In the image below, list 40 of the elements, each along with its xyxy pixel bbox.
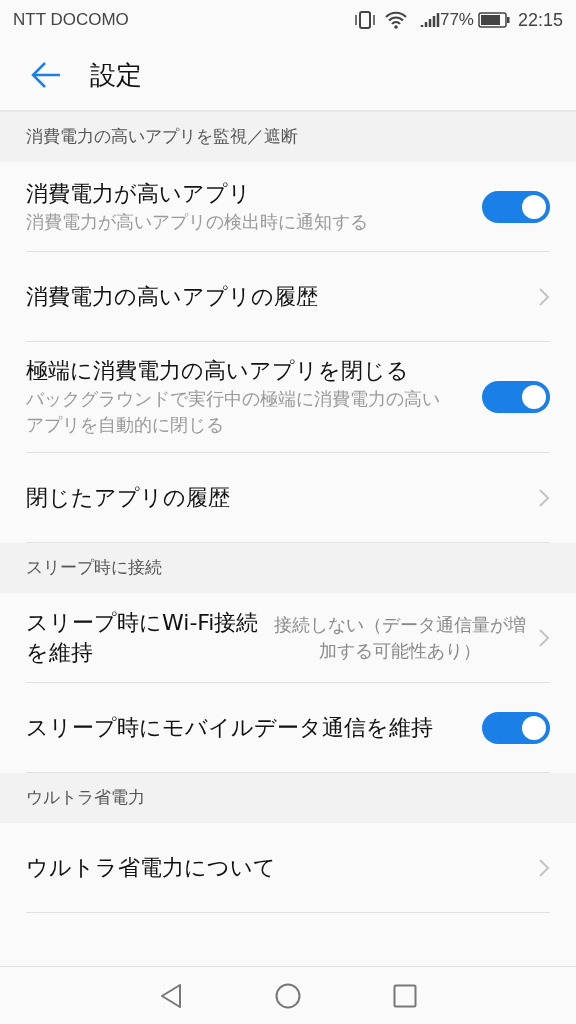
recents-nav-button[interactable] [393, 983, 417, 1008]
circle-icon [275, 982, 301, 1009]
square-icon [393, 983, 417, 1008]
setting-title: 消費電力の高いアプリの履歴 [26, 282, 319, 311]
chevron-right-icon [538, 857, 550, 878]
battery-percent: 77% [439, 9, 474, 32]
setting-row[interactable]: 極端に消費電力の高いアプリを閉じる バックグラウンドで実行中の極端に消費電力の高いアプリを自動的に閉じる [26, 342, 550, 453]
carrier-name: NTT DOCOMO [13, 9, 129, 32]
arrow-left-icon [30, 61, 62, 89]
setting-row[interactable]: 消費電力の高いアプリの履歴 [26, 252, 550, 342]
page-title: 設定 [90, 58, 142, 92]
back-nav-button[interactable] [159, 982, 183, 1009]
setting-title: 閉じたアプリの履歴 [26, 483, 231, 512]
setting-title: ウルトラ省電力について [26, 853, 277, 882]
setting-row[interactable]: スリープ時にWi-Fi接続を維持 接続しない（データ通信量が増加する可能性あり） [26, 593, 550, 683]
section-header: スリープ時に接続 [26, 556, 162, 580]
wifi-icon [383, 10, 408, 30]
home-nav-button[interactable] [275, 982, 301, 1009]
setting-title: 消費電力が高いアプリ [26, 179, 252, 208]
chevron-right-icon [538, 627, 550, 648]
toggle-switch[interactable] [482, 381, 550, 413]
clock-time: 22:15 [517, 8, 563, 32]
section-header: ウルトラ省電力 [26, 786, 145, 810]
battery-icon [477, 12, 510, 28]
chevron-right-icon [538, 487, 550, 508]
toggle-switch[interactable] [482, 190, 550, 223]
setting-value: 接続しない（データ通信量が増加する可能性あり） [274, 612, 526, 663]
setting-title: 極端に消費電力の高いアプリを閉じる [26, 357, 410, 385]
setting-description: 消費電力が高いアプリの検出時に通知する [26, 209, 369, 234]
setting-row[interactable]: ウルトラ省電力について [26, 823, 550, 913]
setting-title: スリープ時にWi-Fi接続を維持 [26, 608, 260, 667]
setting-row[interactable]: 消費電力が高いアプリ 消費電力が高いアプリの検出時に通知する [26, 162, 550, 252]
toggle-switch[interactable] [482, 711, 550, 744]
section-header: 消費電力の高いアプリを監視／遮断 [26, 125, 298, 149]
setting-description: バックグラウンドで実行中の極端に消費電力の高いアプリを自動的に閉じる [26, 387, 441, 437]
vibrate-icon [353, 10, 376, 30]
signal-icon [419, 11, 440, 29]
chevron-right-icon [538, 286, 550, 307]
triangle-icon [159, 982, 183, 1009]
setting-title: スリープ時にモバイルデータ通信を維持 [26, 713, 434, 742]
